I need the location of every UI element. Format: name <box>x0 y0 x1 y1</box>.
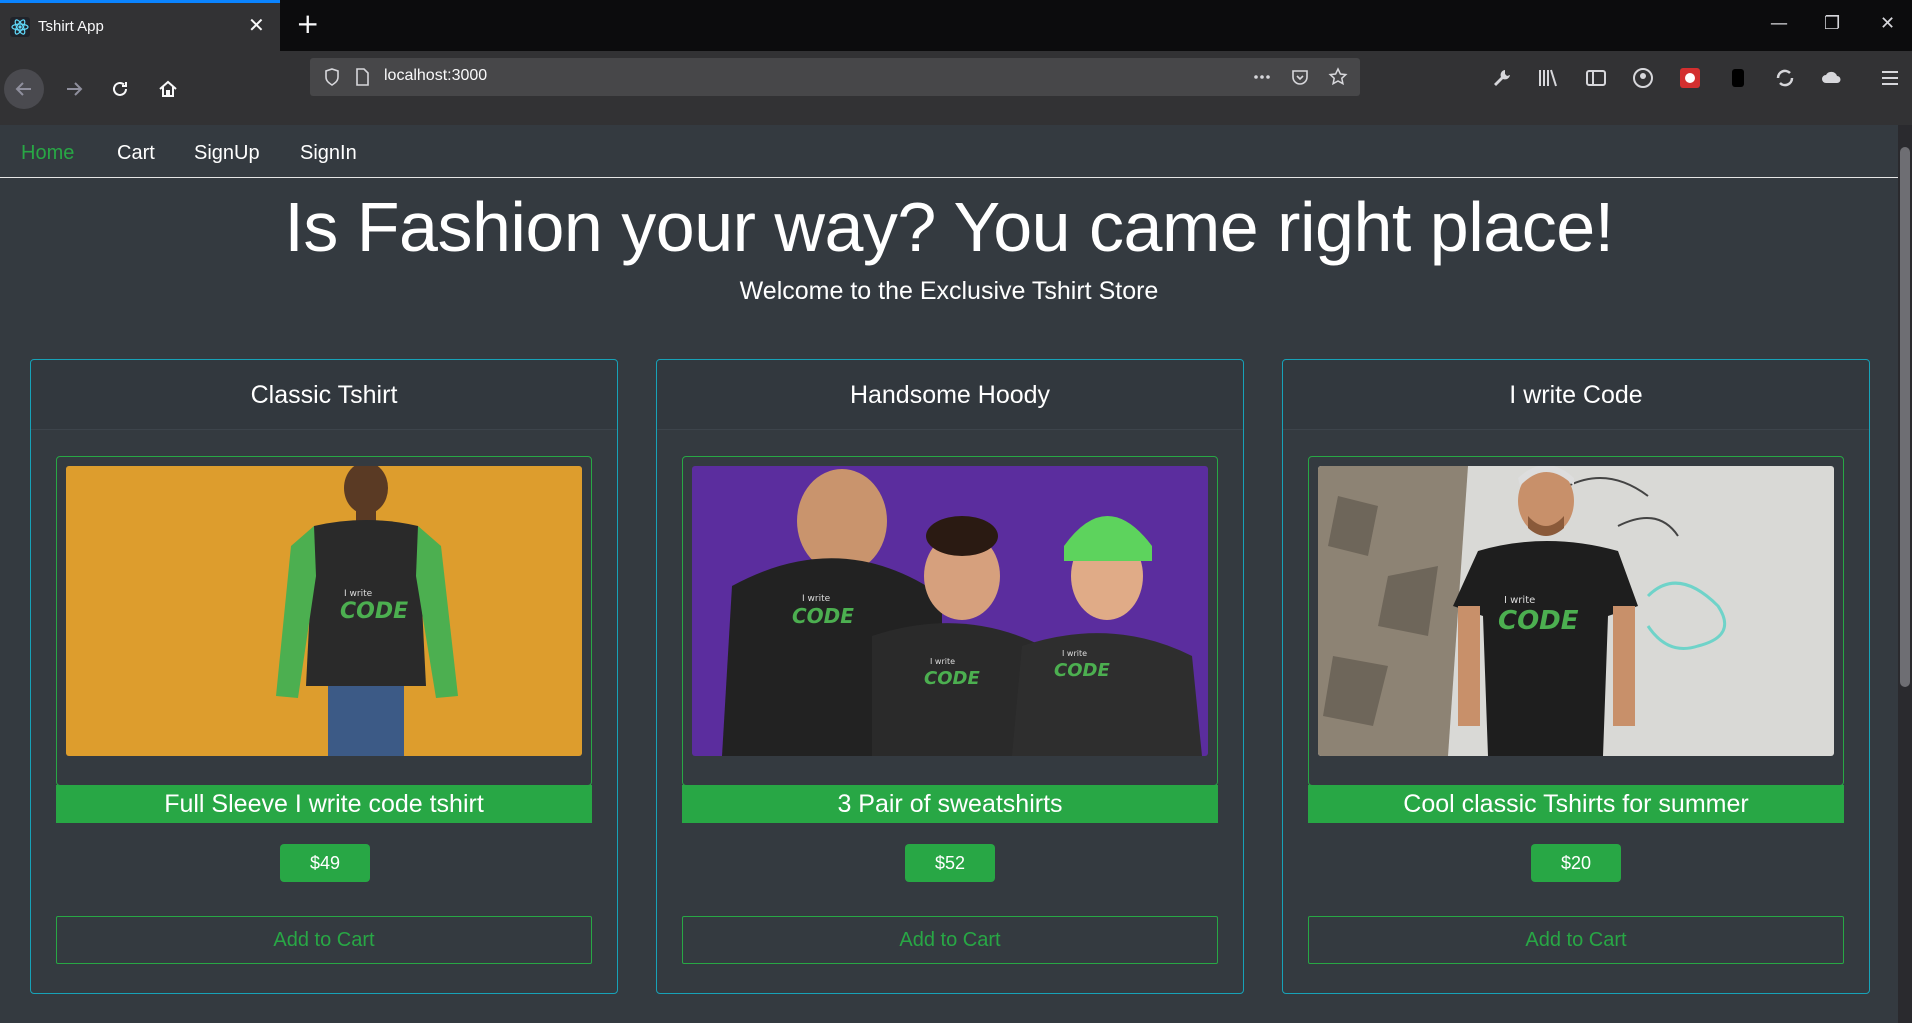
scrollbar-thumb[interactable] <box>1900 147 1910 687</box>
sidebar-icon[interactable] <box>1584 66 1608 90</box>
svg-text:I write: I write <box>802 594 831 604</box>
hero-subtitle: Welcome to the Exclusive Tshirt Store <box>739 277 1159 305</box>
svg-text:I write: I write <box>930 657 955 666</box>
product-title: I write Code <box>1283 360 1869 430</box>
add-to-cart-button[interactable]: Add to Cart <box>682 916 1218 964</box>
forward-arrow-icon <box>67 82 83 96</box>
svg-text:I write: I write <box>1062 649 1087 658</box>
nav-home-link[interactable]: Home <box>21 142 74 165</box>
product-image: I write CODE <box>66 466 582 756</box>
product-image-frame: I write CODE I write CODE I write CODE <box>682 456 1218 786</box>
extension-sync-icon[interactable] <box>1773 66 1797 90</box>
product-image: I write CODE <box>1318 466 1834 756</box>
extension-cloud-icon[interactable] <box>1820 66 1844 90</box>
nav-cart-link[interactable]: Cart <box>117 142 155 165</box>
svg-text:I write: I write <box>344 589 373 599</box>
url-bar[interactable]: localhost:3000 <box>310 58 1360 96</box>
product-description: Full Sleeve I write code tshirt <box>56 785 592 823</box>
svg-text:CODE: CODE <box>924 668 980 689</box>
back-arrow-icon <box>15 82 31 96</box>
home-icon <box>159 80 177 97</box>
account-icon[interactable] <box>1631 66 1655 90</box>
svg-text:CODE: CODE <box>1054 660 1110 681</box>
site-navbar: Home Cart SignUp SignIn <box>0 125 1898 178</box>
new-tab-icon[interactable]: + <box>296 10 319 38</box>
product-image-frame: I write CODE <box>1308 456 1844 786</box>
close-tab-icon[interactable]: ✕ <box>248 15 265 35</box>
home-button[interactable] <box>148 69 188 109</box>
add-to-cart-button[interactable]: Add to Cart <box>56 916 592 964</box>
product-description: 3 Pair of sweatshirts <box>682 785 1218 823</box>
browser-toolbar: localhost:3000 <box>0 51 1912 125</box>
extension-black-icon[interactable] <box>1726 66 1750 90</box>
price-button[interactable]: $20 <box>1531 844 1621 882</box>
browser-tab[interactable]: Tshirt App ✕ <box>0 0 280 51</box>
page-icon[interactable] <box>352 67 372 87</box>
wrench-icon[interactable] <box>1490 66 1514 90</box>
extension-red-icon[interactable] <box>1678 66 1702 90</box>
reload-icon <box>113 81 127 96</box>
hero-title: Is Fashion your way? You came right plac… <box>284 188 1614 266</box>
svg-text:CODE: CODE <box>1498 606 1579 636</box>
more-actions-icon[interactable] <box>1252 67 1272 87</box>
tab-title: Tshirt App <box>38 18 104 35</box>
react-icon <box>10 17 30 37</box>
svg-text:I write: I write <box>1504 595 1535 606</box>
nav-signup-link[interactable]: SignUp <box>194 142 260 165</box>
product-image-frame: I write CODE <box>56 456 592 786</box>
restore-icon[interactable]: ❐ <box>1824 12 1840 36</box>
url-text[interactable]: localhost:3000 <box>384 67 487 85</box>
product-title: Handsome Hoody <box>657 360 1243 430</box>
forward-button[interactable] <box>54 69 94 109</box>
add-to-cart-button[interactable]: Add to Cart <box>1308 916 1844 964</box>
product-description: Cool classic Tshirts for summer <box>1308 785 1844 823</box>
product-title: Classic Tshirt <box>31 360 617 430</box>
product-card: Handsome Hoody I write CODE I write CODE… <box>656 359 1244 994</box>
product-card: Classic Tshirt I write CODE Full Sleeve … <box>30 359 618 994</box>
shield-icon[interactable] <box>322 67 342 87</box>
page-content: Home Cart SignUp SignIn Is Fashion your … <box>0 125 1898 1023</box>
page-scrollbar[interactable] <box>1898 125 1912 1023</box>
svg-text:CODE: CODE <box>792 604 854 628</box>
minimize-icon[interactable]: — <box>1770 12 1788 36</box>
window-close-icon[interactable]: ✕ <box>1880 12 1895 36</box>
pocket-icon[interactable] <box>1290 67 1310 87</box>
nav-signin-link[interactable]: SignIn <box>300 142 357 165</box>
library-icon[interactable] <box>1536 66 1560 90</box>
reload-button[interactable] <box>100 69 140 109</box>
svg-text:CODE: CODE <box>340 599 408 624</box>
product-card: I write Code I write CODE Cool classic T… <box>1282 359 1870 994</box>
back-button[interactable] <box>4 69 44 109</box>
hamburger-menu-icon[interactable] <box>1878 66 1902 90</box>
product-image: I write CODE I write CODE I write CODE <box>692 466 1208 756</box>
bookmark-star-icon[interactable] <box>1328 67 1348 87</box>
price-button[interactable]: $49 <box>280 844 370 882</box>
price-button[interactable]: $52 <box>905 844 995 882</box>
browser-tab-bar: Tshirt App ✕ + — ❐ ✕ <box>0 0 1912 51</box>
